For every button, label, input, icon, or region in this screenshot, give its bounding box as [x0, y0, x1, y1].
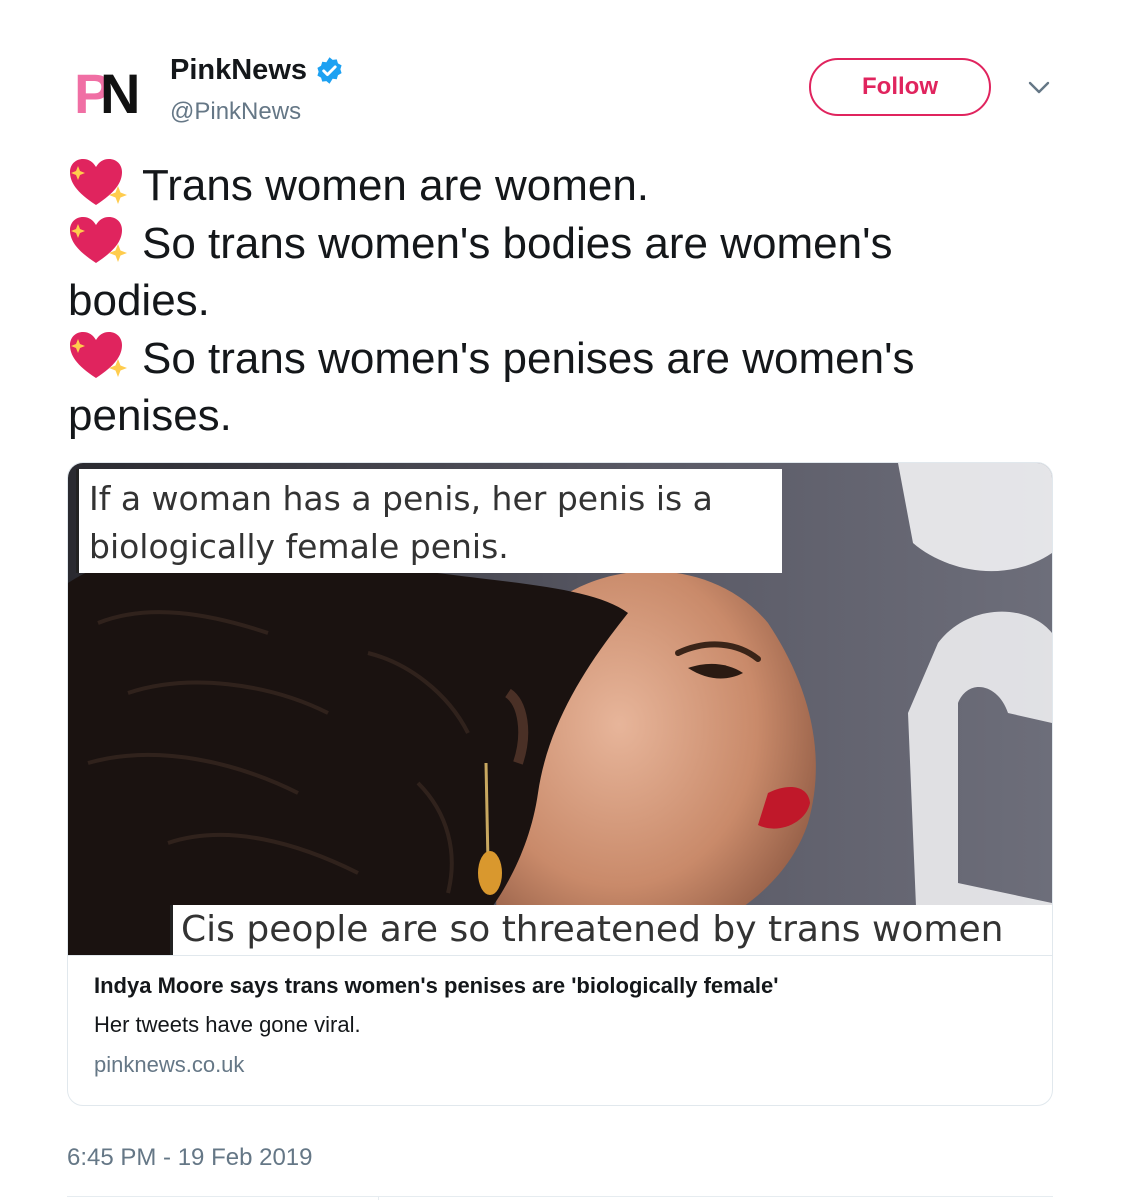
display-name[interactable]: PinkNews — [170, 54, 307, 87]
card-info[interactable]: Indya Moore says trans women's penises a… — [68, 955, 1052, 1105]
tweet-line-text: So trans women's bodies are women's bodi… — [68, 218, 893, 326]
tweet-line-text: So trans women's penises are women's pen… — [68, 333, 915, 441]
card-description: Her tweets have gone viral. — [94, 1012, 361, 1037]
tweet-line: So trans women's penises are women's pen… — [68, 330, 1028, 445]
sparkling-heart-icon — [70, 216, 127, 263]
card-domain[interactable]: pinknews.co.uk — [94, 1052, 244, 1078]
card-title[interactable]: Indya Moore says trans women's penises a… — [94, 973, 779, 999]
user-handle[interactable]: @PinkNews — [170, 98, 301, 126]
divider-tick — [378, 1196, 379, 1200]
name-row: PinkNews — [170, 54, 344, 87]
sparkling-heart-icon — [70, 159, 127, 205]
image-caption-bottom: Cis people are so threatened by trans wo… — [170, 905, 1052, 955]
sparkling-heart-icon — [70, 331, 127, 378]
tweet-text: Trans women are women. So trans women's … — [68, 157, 1028, 445]
chevron-down-icon[interactable] — [1027, 80, 1051, 96]
tweet-line: Trans women are women. — [68, 157, 1028, 215]
logo-letter-n: N — [100, 65, 140, 117]
divider — [67, 1196, 1053, 1197]
tweet-line: So trans women's bodies are women's bodi… — [68, 215, 1028, 330]
follow-button[interactable]: Follow — [809, 58, 991, 116]
card-image[interactable]: If a woman has a penis, her penis is a b… — [68, 463, 1052, 955]
image-caption-top: If a woman has a penis, her penis is a b… — [76, 469, 782, 573]
verified-badge-icon — [317, 57, 342, 84]
tweet-timestamp[interactable]: 6:45 PM - 19 Feb 2019 — [67, 1144, 312, 1172]
tweet-line-text: Trans women are women. — [142, 161, 650, 210]
link-preview-card[interactable]: If a woman has a penis, her penis is a b… — [67, 462, 1053, 1106]
tweet-header: P N PinkNews @PinkNews Follow — [70, 50, 1060, 140]
pinknews-logo[interactable]: P N — [74, 65, 148, 117]
